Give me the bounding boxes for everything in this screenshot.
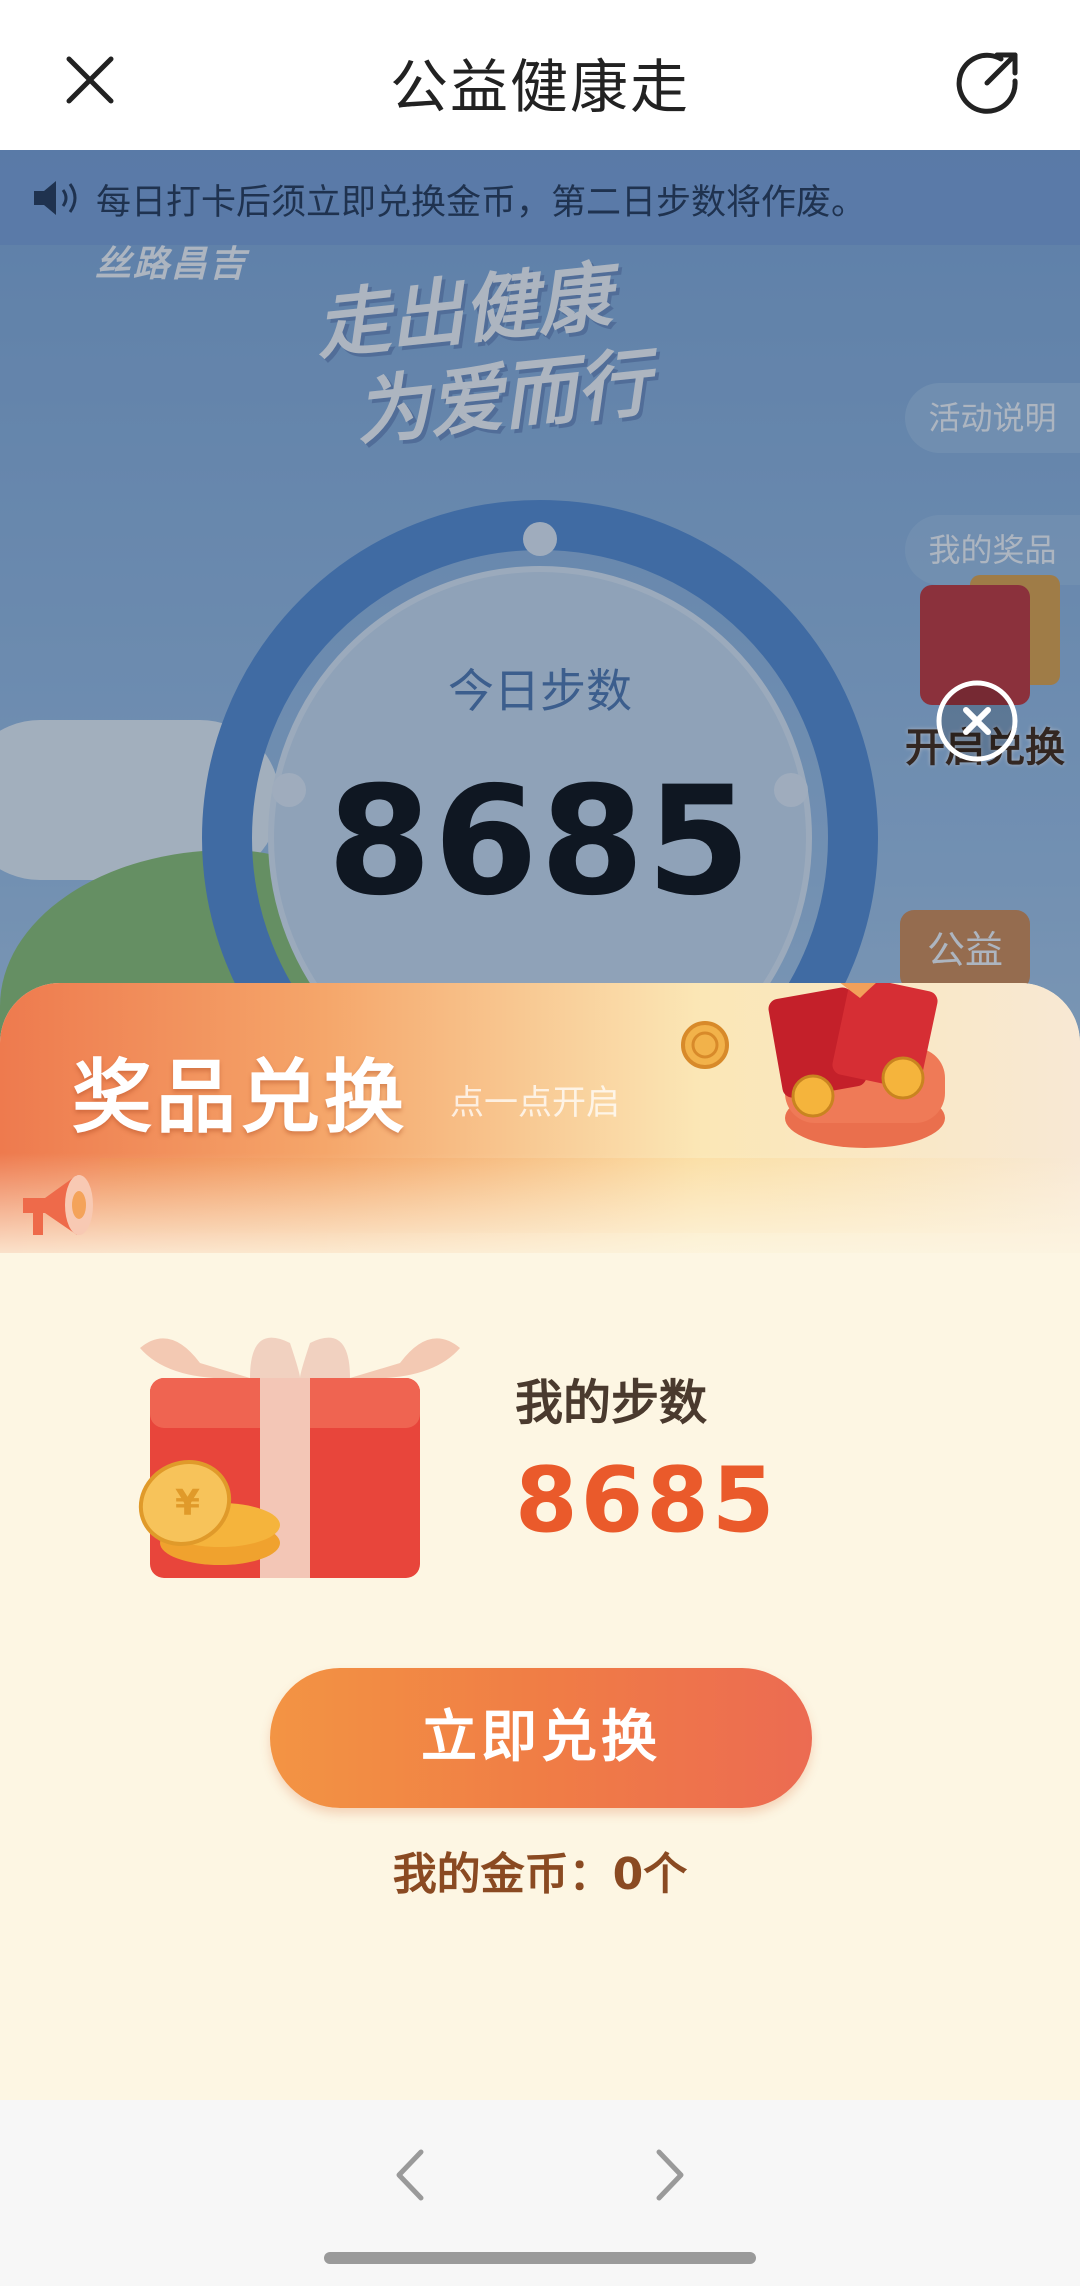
popup-close-icon[interactable] — [933, 677, 1021, 765]
sheet-subtitle: 点一点开启 — [450, 1083, 620, 1123]
share-icon[interactable] — [951, 45, 1025, 119]
top-navbar: 公益健康走 — [0, 0, 1080, 150]
gift-box-icon — [768, 983, 945, 1148]
home-indicator[interactable] — [324, 2252, 756, 2264]
megaphone-icon — [23, 1175, 93, 1235]
sheet-header-fade — [0, 1153, 1080, 1273]
coin-icon — [681, 1021, 729, 1069]
browser-bottom-bar — [0, 2100, 1080, 2286]
forward-arrow-icon[interactable] — [645, 2140, 695, 2210]
my-steps-value: 8685 — [515, 1448, 778, 1553]
red-gift-icon: ¥ — [138, 1337, 460, 1578]
svg-text:¥: ¥ — [175, 1483, 200, 1524]
prize-exchange-sheet: 奖品兑换 点一点开启 ¥ 我的步数 8685 立即兑换 我的金币：0个 — [0, 983, 1080, 2100]
sheet-title: 奖品兑换 — [72, 1051, 408, 1144]
my-steps-label: 我的步数 — [515, 1375, 708, 1431]
my-coins-text: 我的金币：0个 — [392, 1849, 688, 1900]
exchange-now-button[interactable]: 立即兑换 — [270, 1668, 812, 1808]
back-arrow-icon[interactable] — [385, 2140, 435, 2210]
page-title: 公益健康走 — [389, 53, 690, 121]
